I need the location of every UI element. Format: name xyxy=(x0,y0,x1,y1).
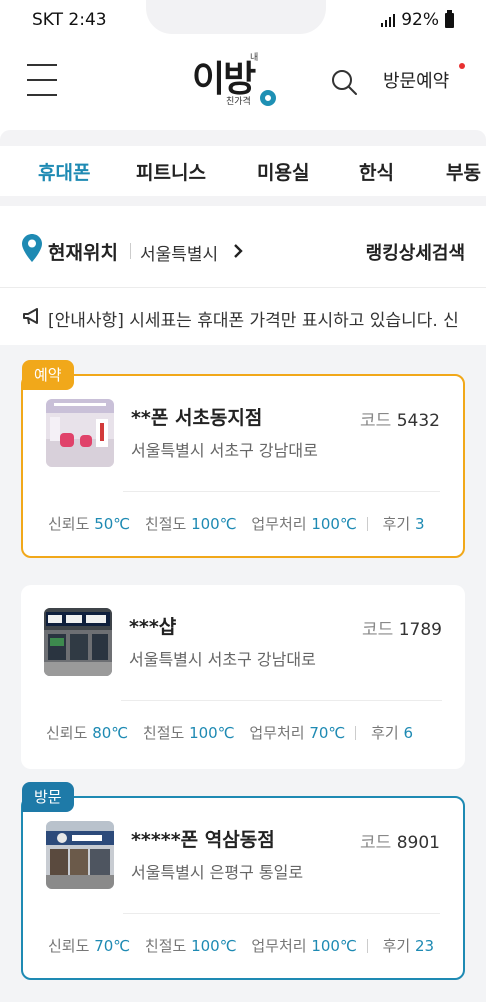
camera-notch xyxy=(146,0,326,34)
chevron-right-icon[interactable] xyxy=(233,244,243,258)
kindness-value: 100℃ xyxy=(191,937,237,955)
tab-salon[interactable]: 미용실 xyxy=(257,158,309,185)
store-code: 코드 8901 xyxy=(360,828,440,853)
trust-value: 50℃ xyxy=(94,515,131,533)
store-thumbnail xyxy=(46,821,114,889)
status-right: 92% xyxy=(381,9,454,30)
section-divider xyxy=(0,196,486,206)
work-value: 100℃ xyxy=(311,937,357,955)
store-stats: 신뢰도 80℃ 친절도 100℃ 업무처리 70℃ 후기 6 xyxy=(46,722,423,743)
visit-reservation-link[interactable]: 방문예약 xyxy=(383,67,449,93)
store-code-value: 5432 xyxy=(396,411,440,431)
kindness-label: 친절도 xyxy=(144,515,187,533)
search-icon[interactable] xyxy=(330,68,358,96)
status-bar: SKT 2:43 92% xyxy=(0,0,486,40)
logo-ring xyxy=(260,90,276,106)
divider xyxy=(366,517,368,531)
store-code-value: 1789 xyxy=(398,620,442,640)
trust-value: 80℃ xyxy=(92,724,129,742)
kindness-label: 친절도 xyxy=(144,937,187,955)
review-count: 3 xyxy=(415,515,425,533)
store-name: ***샵 xyxy=(129,616,177,638)
battery-icon xyxy=(445,9,454,28)
store-address: 서울특별시 서초구 강남대로 xyxy=(131,441,318,460)
location-pin-icon xyxy=(22,234,42,262)
work-label: 업무처리 xyxy=(251,937,307,955)
reservation-badge: 예약 xyxy=(22,360,74,390)
logo-subtext: 친가격 xyxy=(226,97,251,107)
store-address: 서울특별시 은평구 통일로 xyxy=(131,863,304,882)
store-address: 서울특별시 서초구 강남대로 xyxy=(129,650,316,669)
kindness-value: 100℃ xyxy=(189,724,235,742)
divider xyxy=(123,913,440,914)
work-value: 70℃ xyxy=(309,724,346,742)
signal-icon xyxy=(381,13,396,27)
logo-small-text: 내 xyxy=(250,53,259,63)
store-code-value: 8901 xyxy=(396,833,440,853)
location-bar: 현재위치 서울특별시 랭킹상세검색 xyxy=(0,206,486,288)
notice-banner[interactable]: [안내사항] 시세표는 휴대폰 가격만 표시하고 있습니다. 신 xyxy=(0,289,486,345)
divider xyxy=(355,726,357,740)
location-city-select[interactable]: 서울특별시 xyxy=(140,240,218,265)
visit-badge: 방문 xyxy=(22,782,74,812)
kindness-label: 친절도 xyxy=(142,724,185,742)
tab-real-estate[interactable]: 부동 xyxy=(446,158,481,185)
work-label: 업무처리 xyxy=(251,515,307,533)
app-logo[interactable]: 이방 내 친가격 xyxy=(192,50,292,108)
trust-label: 신뢰도 xyxy=(46,724,88,742)
store-card[interactable]: 예약 **폰 서초동지점 서울특별시 서초구 강남대로 코드 5432 신뢰도 … xyxy=(21,360,465,558)
tab-fitness[interactable]: 피트니스 xyxy=(136,158,206,185)
status-time: SKT 2:43 xyxy=(32,10,107,30)
current-location-label: 현재위치 xyxy=(48,242,118,264)
store-card[interactable]: ***샵 서울특별시 서초구 강남대로 코드 1789 신뢰도 80℃ 친절도 … xyxy=(21,585,465,769)
kindness-value: 100℃ xyxy=(191,515,237,533)
store-code-label: 코드 xyxy=(362,620,394,640)
tab-korean-food[interactable]: 한식 xyxy=(359,158,394,185)
store-code: 코드 1789 xyxy=(362,615,442,640)
divider xyxy=(366,939,368,953)
work-value: 100℃ xyxy=(311,515,357,533)
notice-text: [안내사항] 시세표는 휴대폰 가격만 표시하고 있습니다. 신 xyxy=(48,311,459,331)
app-header: 이방 내 친가격 방문예약 xyxy=(0,40,486,130)
divider xyxy=(121,700,442,701)
store-code-label: 코드 xyxy=(360,833,392,853)
trust-label: 신뢰도 xyxy=(48,937,90,955)
divider xyxy=(130,243,131,259)
megaphone-icon xyxy=(23,308,38,325)
trust-label: 신뢰도 xyxy=(48,515,90,533)
store-name: **폰 서초동지점 xyxy=(131,407,263,429)
review-count: 6 xyxy=(403,724,413,742)
store-thumbnail xyxy=(44,608,112,676)
trust-value: 70℃ xyxy=(94,937,131,955)
store-stats: 신뢰도 70℃ 친절도 100℃ 업무처리 100℃ 후기 23 xyxy=(48,935,444,956)
divider xyxy=(123,491,440,492)
review-label: 후기 xyxy=(382,937,411,955)
ranking-search-button[interactable]: 랭킹상세검색 xyxy=(366,239,465,265)
section-divider xyxy=(0,130,486,146)
review-label: 후기 xyxy=(371,724,399,742)
store-code-label: 코드 xyxy=(360,411,392,431)
review-label: 후기 xyxy=(382,515,411,533)
store-code: 코드 5432 xyxy=(360,406,440,431)
store-card[interactable]: 방문 *****폰 역삼동점 서울특별시 은평구 통일로 코드 8901 신뢰도… xyxy=(21,782,465,980)
store-name: *****폰 역삼동점 xyxy=(131,829,275,851)
notification-dot xyxy=(459,63,465,69)
store-stats: 신뢰도 50℃ 친절도 100℃ 업무처리 100℃ 후기 3 xyxy=(48,513,435,534)
menu-icon[interactable] xyxy=(27,64,57,98)
category-tabs: 휴대폰 피트니스 미용실 한식 부동 xyxy=(0,146,486,196)
review-count: 23 xyxy=(415,937,435,955)
work-label: 업무처리 xyxy=(249,724,305,742)
battery-percent: 92% xyxy=(401,10,439,30)
tab-phone[interactable]: 휴대폰 xyxy=(38,158,90,185)
store-thumbnail xyxy=(46,399,114,467)
